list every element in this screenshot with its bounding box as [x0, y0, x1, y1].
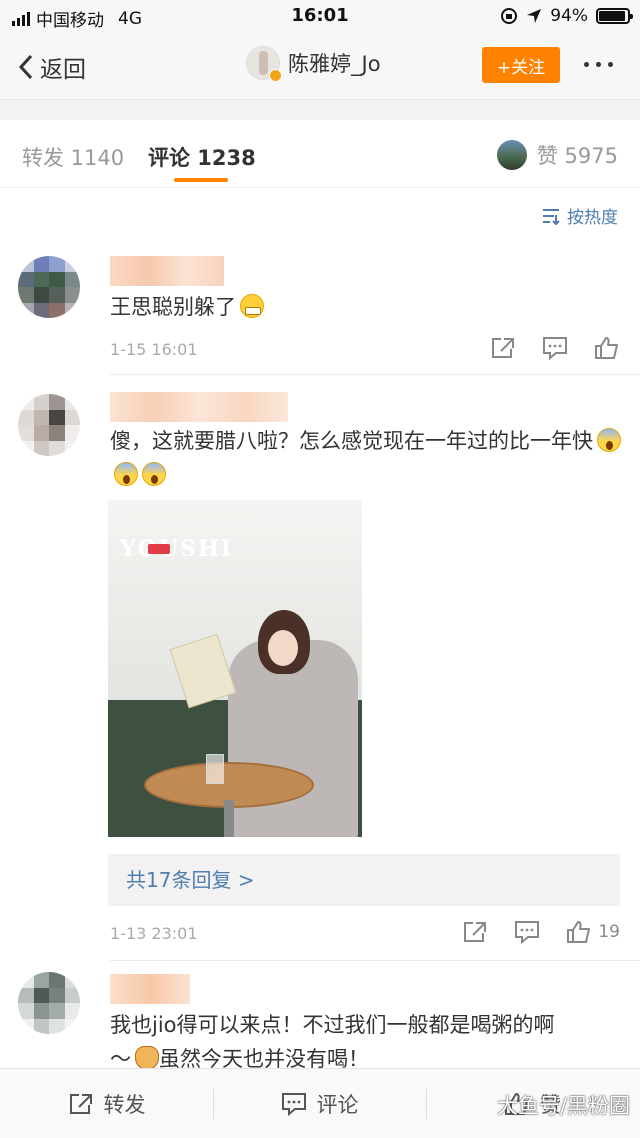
battery-percent: 94%: [550, 6, 588, 26]
status-right: 94%: [500, 6, 633, 26]
comment-icon[interactable]: [514, 920, 540, 944]
thumbs-up-icon: [567, 921, 591, 943]
scream-icon: [114, 462, 138, 486]
thumbs-up-icon[interactable]: [594, 336, 620, 360]
comment-time: 1-13 23:01: [110, 924, 198, 943]
share-icon: [69, 1094, 92, 1114]
comment-author[interactable]: [110, 256, 224, 286]
user-name: 陈雅婷_Jo: [288, 52, 381, 76]
divider: [110, 960, 640, 961]
comment-icon: [281, 1093, 306, 1116]
scream-icon: [142, 462, 166, 486]
sort-button[interactable]: 按热度: [541, 203, 618, 228]
avatar: [246, 46, 282, 82]
location-icon: [527, 9, 542, 23]
divider: [110, 374, 640, 375]
sort-label: 按热度: [567, 208, 618, 228]
chevron-left-icon: [18, 54, 33, 80]
share-icon[interactable]: [490, 336, 516, 360]
status-bar: 中国移动 4G 16:01 94%: [0, 0, 640, 34]
like-count: 19: [598, 922, 620, 942]
likes-label: 赞 5975: [536, 144, 618, 168]
comment-actions: 19: [462, 920, 620, 944]
nav-user[interactable]: 陈雅婷_Jo: [246, 46, 381, 82]
tab-comments[interactable]: 评论 1238: [148, 142, 256, 172]
comment-author[interactable]: [110, 392, 288, 422]
comment-text: 我也jio得可以来点！不过我们一般都是喝粥的啊～虽然今天也并没有喝！: [110, 1013, 555, 1071]
comment-text: 王思聪别躲了: [110, 290, 625, 324]
tab-repost[interactable]: 转发 1140: [22, 142, 124, 172]
grin-icon: [240, 294, 264, 318]
section-gap: [0, 100, 640, 120]
comment-author[interactable]: [110, 974, 190, 1004]
replies-link[interactable]: 共17条回复 >: [108, 854, 620, 906]
more-icon[interactable]: [584, 62, 613, 67]
avatar[interactable]: [18, 972, 80, 1034]
repost-label: 转发: [103, 1093, 146, 1117]
avatar: [496, 140, 527, 170]
battery-icon: [596, 8, 633, 24]
repost-button[interactable]: 转发: [0, 1069, 213, 1138]
follow-button[interactable]: +关注: [482, 47, 560, 83]
watermark: 大鱼号/黑粉圈: [496, 1094, 630, 1118]
avatar[interactable]: [18, 394, 80, 456]
rotation-lock-icon: [501, 8, 518, 24]
back-button[interactable]: 返回: [16, 50, 86, 84]
scream-icon: [597, 428, 621, 452]
comment-label: 评论: [316, 1093, 359, 1117]
verified-badge-icon: [269, 69, 282, 82]
comment-text: 傻，这就要腊八啦？怎么感觉现在一年过的比一年快: [110, 424, 625, 492]
tab-indicator: [174, 178, 228, 182]
comment-time: 1-15 16:01: [110, 340, 198, 359]
avatar[interactable]: [18, 256, 80, 318]
comment-button[interactable]: 评论: [213, 1069, 426, 1138]
cat-face-icon: [135, 1046, 159, 1070]
comment-icon[interactable]: [542, 336, 568, 360]
tab-bar: 转发 1140 评论 1238 赞 5975: [0, 120, 640, 188]
back-label: 返回: [40, 57, 86, 83]
comment-image[interactable]: YOUSHI: [108, 500, 362, 837]
like-button[interactable]: 19: [566, 920, 620, 944]
sort-icon: [543, 208, 560, 225]
nav-bar: 返回 陈雅婷_Jo +关注: [0, 34, 640, 100]
tab-likes[interactable]: 赞 5975: [496, 140, 618, 170]
share-icon[interactable]: [462, 920, 488, 944]
comment-actions: [490, 336, 620, 360]
image-brand-text: YOUSHI: [120, 536, 234, 562]
